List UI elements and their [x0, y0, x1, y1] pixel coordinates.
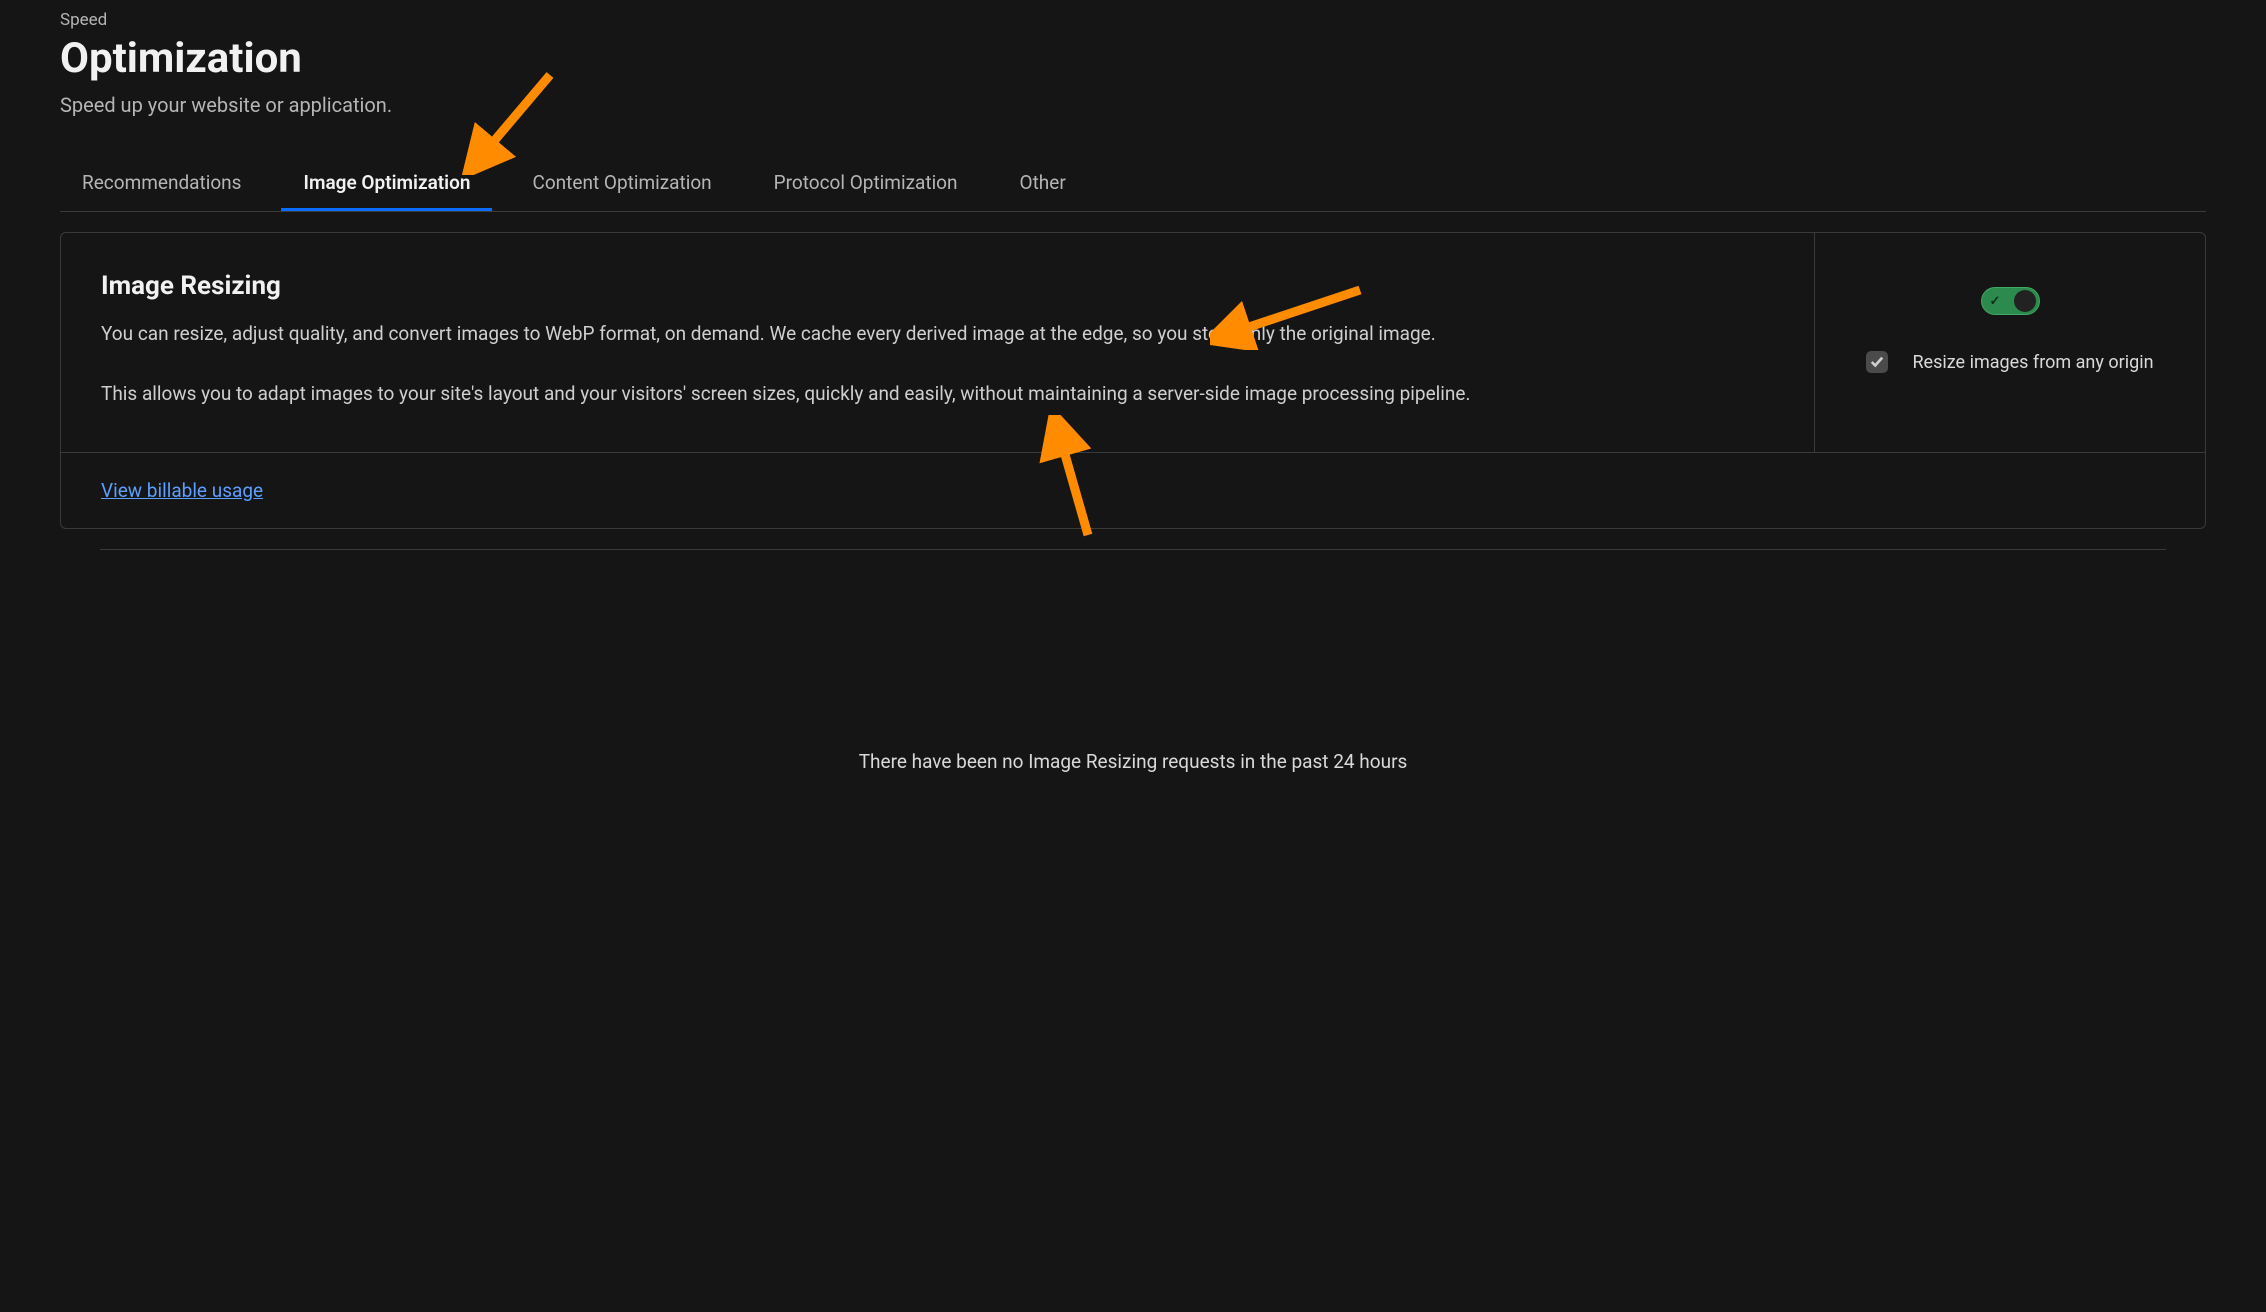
empty-state-message: There have been no Image Resizing reques…	[100, 750, 2166, 793]
feature-desc-p2: This allows you to adapt images to your …	[101, 379, 1774, 409]
check-icon: ✓	[1990, 294, 2001, 309]
tabs-nav: Recommendations Image Optimization Conte…	[60, 157, 2206, 212]
feature-description: You can resize, adjust quality, and conv…	[101, 319, 1774, 410]
checkmark-icon	[1870, 355, 1884, 369]
page-title: Optimization	[60, 34, 2206, 83]
image-resizing-card: Image Resizing You can resize, adjust qu…	[60, 232, 2206, 529]
tab-image-optimization[interactable]: Image Optimization	[281, 157, 492, 211]
tab-protocol-optimization[interactable]: Protocol Optimization	[752, 157, 980, 211]
view-billable-usage-link[interactable]: View billable usage	[101, 479, 263, 502]
divider	[100, 549, 2166, 550]
feature-desc-p1: You can resize, adjust quality, and conv…	[101, 319, 1774, 349]
resize-any-origin-checkbox[interactable]	[1866, 351, 1888, 373]
image-resizing-toggle[interactable]: ✓	[1981, 287, 2040, 315]
tab-other[interactable]: Other	[998, 157, 1088, 211]
tab-recommendations[interactable]: Recommendations	[60, 157, 263, 211]
page-subtitle: Speed up your website or application.	[60, 93, 2206, 117]
feature-title: Image Resizing	[101, 271, 1774, 301]
tab-content-optimization[interactable]: Content Optimization	[510, 157, 733, 211]
toggle-knob	[2014, 290, 2036, 312]
breadcrumb: Speed	[60, 10, 2206, 30]
resize-any-origin-label: Resize images from any origin	[1912, 352, 2153, 373]
